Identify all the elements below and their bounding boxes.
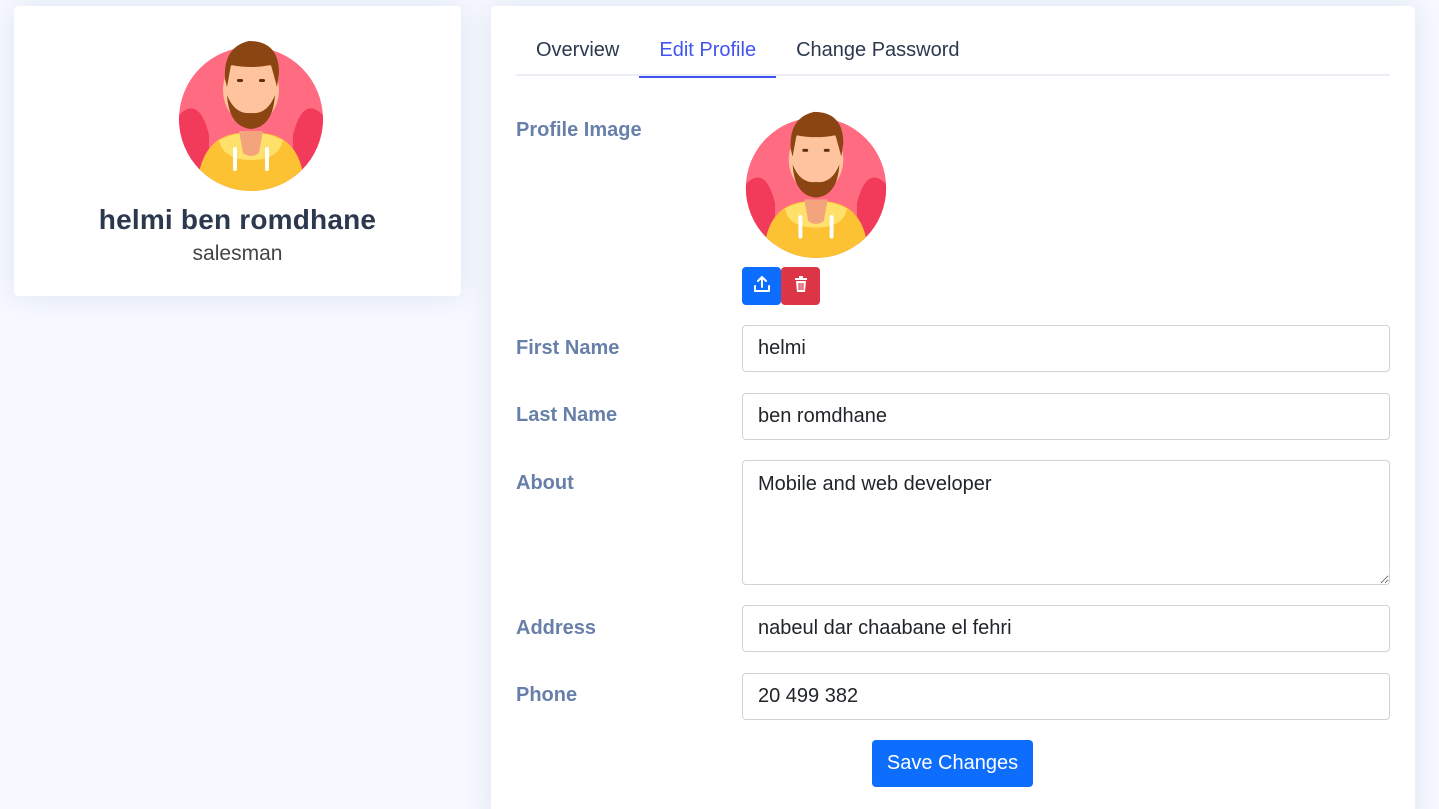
phone-input[interactable] — [742, 673, 1390, 720]
tab-edit-profile[interactable]: Edit Profile — [639, 31, 776, 78]
profile-name: helmi ben romdhane — [98, 204, 377, 235]
last-name-input[interactable] — [742, 393, 1390, 440]
first-name-input[interactable] — [742, 325, 1390, 372]
profile-role: salesman — [192, 242, 283, 265]
address-input[interactable] — [742, 605, 1390, 652]
about-label: About — [516, 472, 574, 494]
first-name-label: First Name — [516, 337, 620, 359]
avatar — [179, 35, 323, 191]
profile-tabs: Overview Edit Profile Change Password — [516, 31, 1390, 78]
tab-overview[interactable]: Overview — [516, 31, 639, 76]
save-changes-button[interactable]: Save Changes — [872, 740, 1033, 787]
profile-image-label: Profile Image — [516, 119, 642, 141]
upload-image-button[interactable] — [742, 267, 781, 305]
edit-profile-card: Overview Edit Profile Change Password Pr… — [491, 6, 1415, 809]
address-label: Address — [516, 617, 597, 639]
trash-icon — [792, 275, 810, 298]
upload-icon — [752, 274, 772, 299]
last-name-label: Last Name — [516, 404, 618, 426]
profile-card: helmi ben romdhane salesman — [14, 6, 461, 296]
profile-image-preview — [744, 106, 888, 258]
phone-label: Phone — [516, 684, 578, 706]
tab-change-password[interactable]: Change Password — [776, 31, 979, 76]
about-textarea[interactable]: Mobile and web developer — [742, 460, 1390, 585]
delete-image-button[interactable] — [781, 267, 820, 305]
